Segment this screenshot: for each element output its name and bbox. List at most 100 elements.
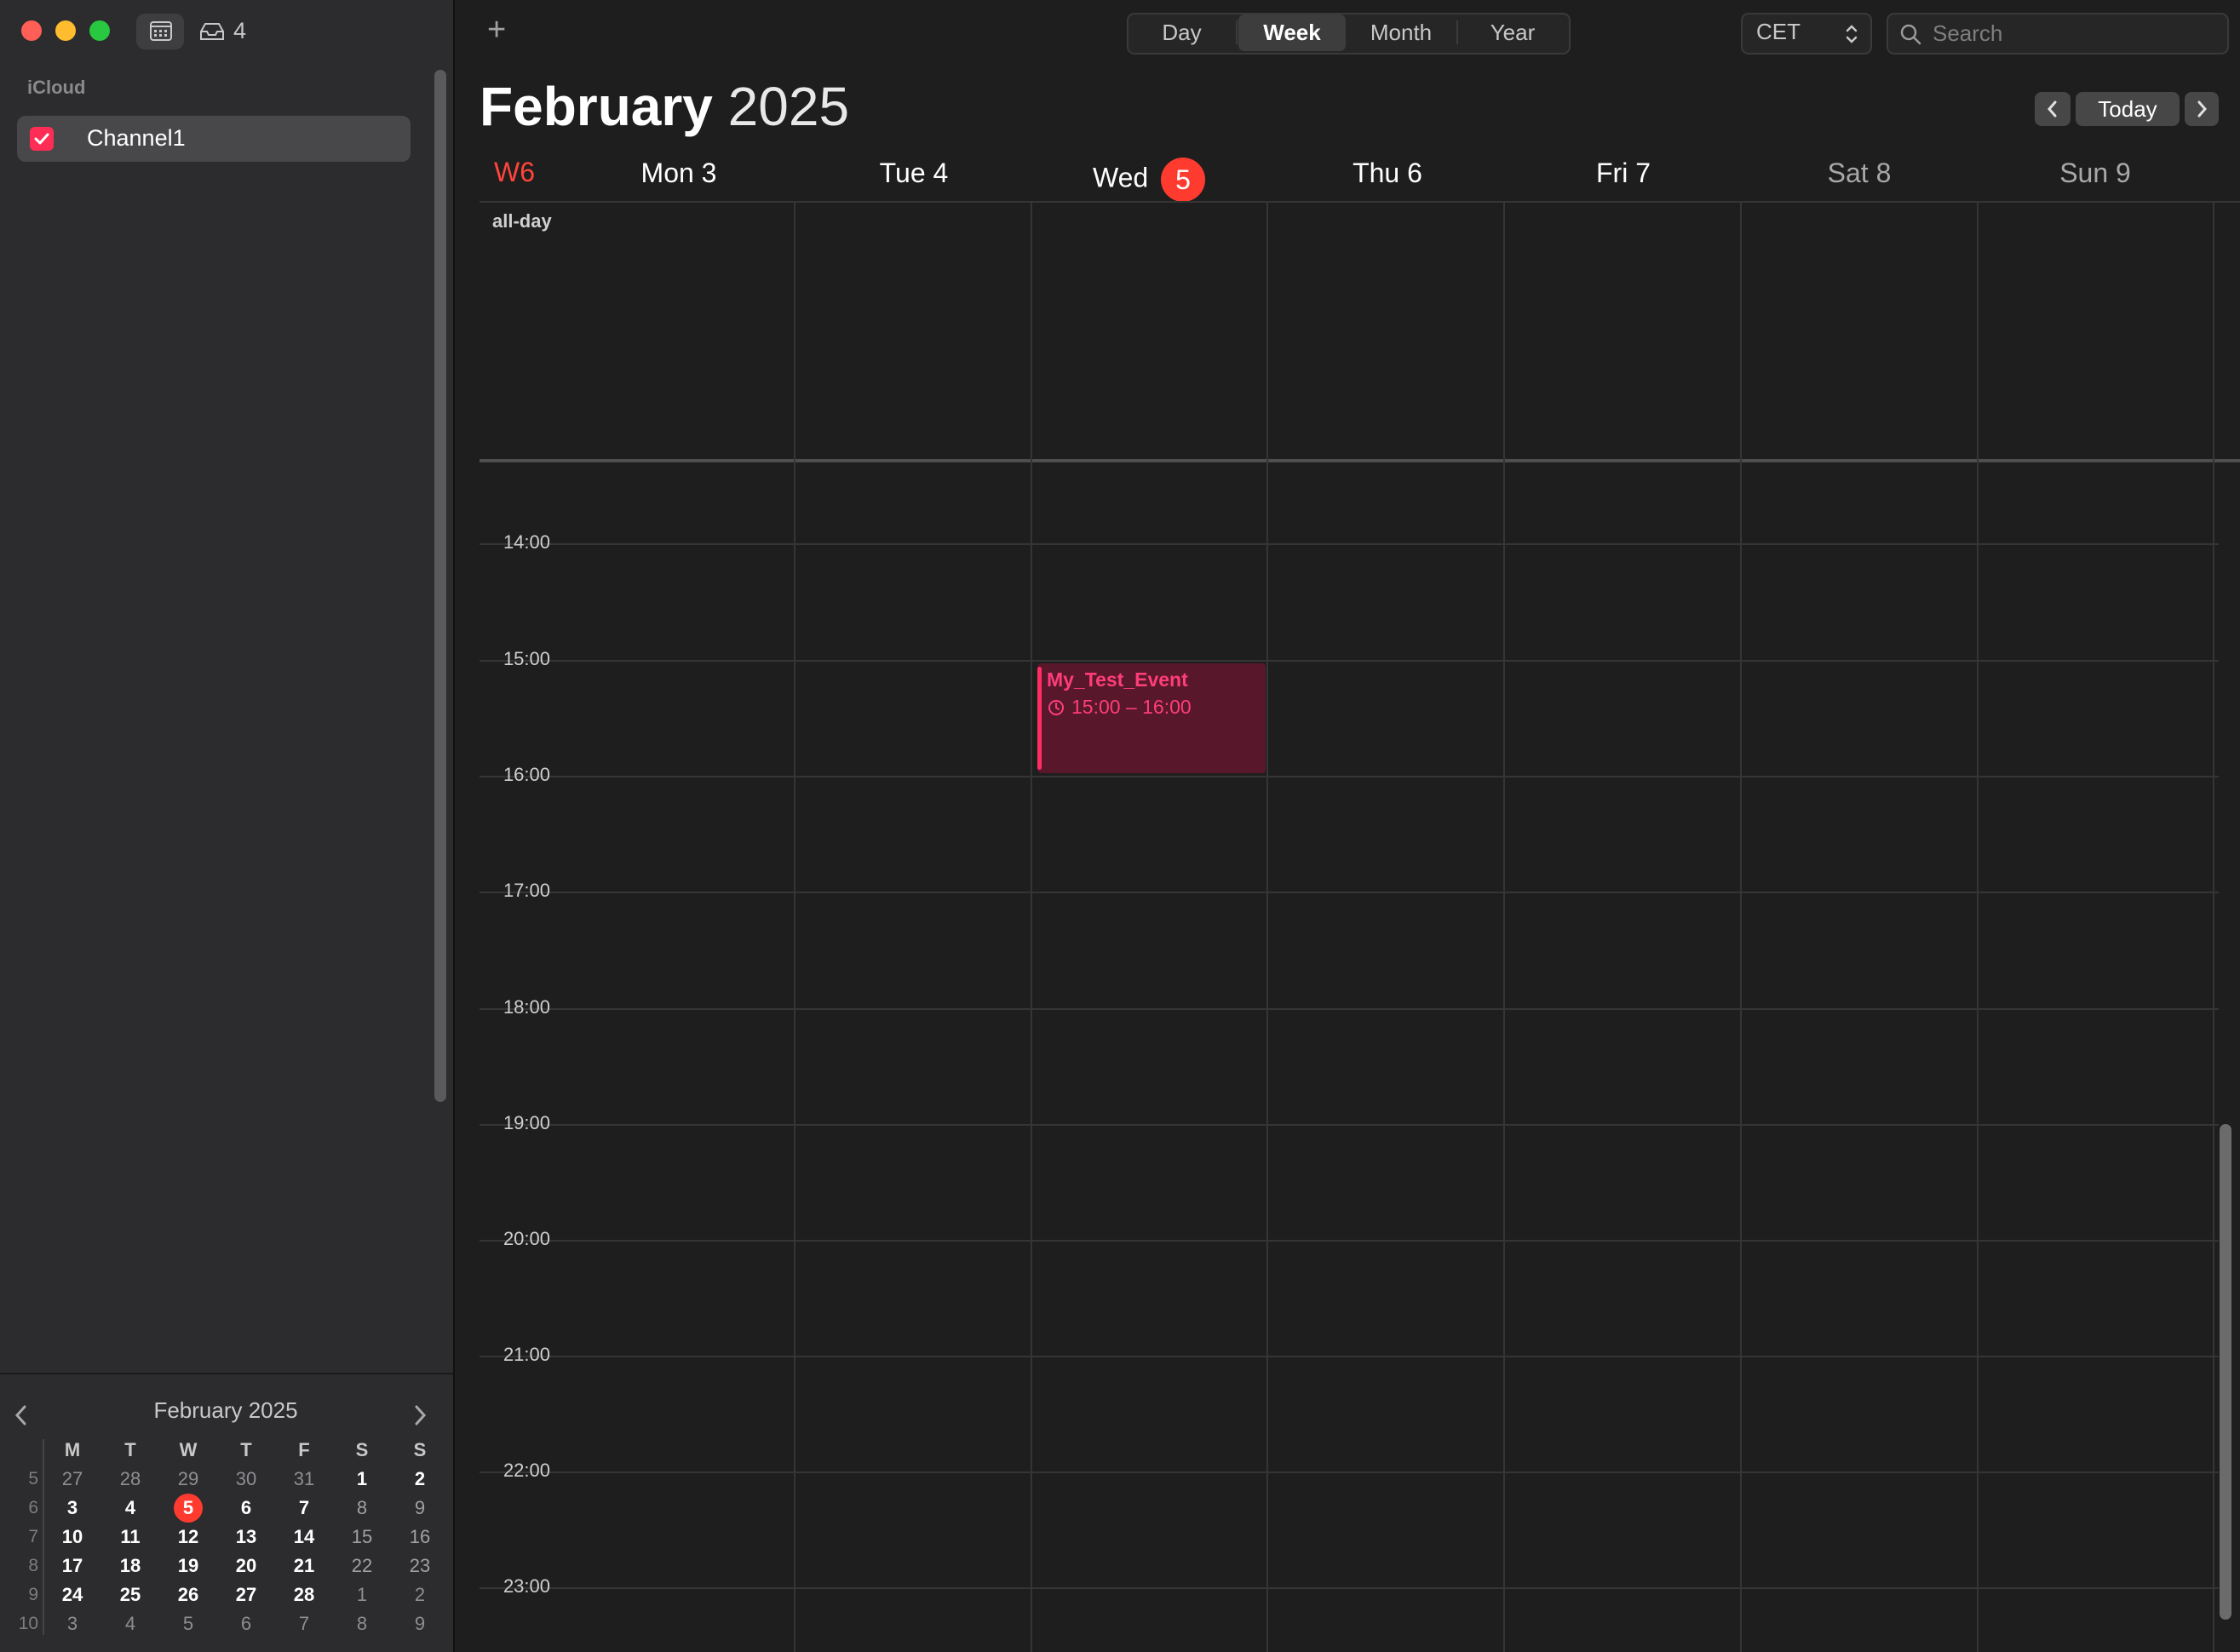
day-name: Sun: [2059, 158, 2109, 188]
mini-day[interactable]: 5: [159, 1609, 217, 1638]
day-number: 4: [933, 158, 949, 188]
mini-day[interactable]: 4: [101, 1609, 159, 1638]
day-header-sat[interactable]: Sat 8: [1742, 158, 1977, 189]
view-year-button[interactable]: Year: [1458, 14, 1567, 51]
mini-day[interactable]: 19: [159, 1552, 217, 1580]
main-scrollbar[interactable]: [2220, 1124, 2231, 1620]
hour-line: [480, 660, 2219, 662]
timezone-select[interactable]: CET: [1741, 13, 1872, 54]
mini-day[interactable]: 7: [275, 1494, 333, 1523]
hour-line: [480, 1008, 2219, 1010]
day-header-mon[interactable]: Mon 3: [561, 158, 796, 189]
mini-day[interactable]: 2: [391, 1465, 449, 1494]
mini-day[interactable]: 30: [217, 1465, 275, 1494]
mini-day[interactable]: 4: [101, 1494, 159, 1523]
mini-day[interactable]: 25: [101, 1580, 159, 1609]
inbox-button[interactable]: 4: [194, 14, 254, 49]
hour-label: 19:00: [503, 1112, 550, 1133]
day-number: 3: [701, 158, 717, 188]
mini-week-number: 6: [28, 1498, 38, 1517]
day-column-divider: [2213, 202, 2214, 1652]
add-event-button[interactable]: +: [487, 12, 506, 49]
day-header-tue[interactable]: Tue 4: [796, 158, 1031, 189]
mini-weekday: M: [64, 1439, 81, 1460]
calendar-checkbox[interactable]: [30, 127, 54, 151]
day-number: 6: [1407, 158, 1422, 188]
view-day-button[interactable]: Day: [1129, 14, 1235, 51]
close-window-button[interactable]: [21, 20, 42, 41]
mini-day[interactable]: 26: [159, 1580, 217, 1609]
week-number: W6: [494, 157, 535, 187]
mini-day[interactable]: 16: [391, 1523, 449, 1552]
header-divider: [480, 201, 2240, 203]
mini-day[interactable]: 29: [159, 1465, 217, 1494]
search-field[interactable]: Search: [1887, 13, 2229, 54]
mini-next-month-icon[interactable]: [409, 1402, 431, 1428]
day-header-wed[interactable]: Wed 5: [1031, 158, 1266, 202]
hour-label: 15:00: [503, 648, 550, 669]
mini-day[interactable]: 27: [43, 1465, 101, 1494]
mini-day[interactable]: 6: [217, 1494, 275, 1523]
mini-day[interactable]: 18: [101, 1552, 159, 1580]
day-column-divider: [1266, 202, 1268, 1652]
day-header-fri[interactable]: Fri 7: [1506, 158, 1741, 189]
mini-day[interactable]: 27: [217, 1580, 275, 1609]
mini-day[interactable]: 31: [275, 1465, 333, 1494]
day-header-thu[interactable]: Thu 6: [1270, 158, 1505, 189]
mini-day[interactable]: 23: [391, 1552, 449, 1580]
mini-weekday: W: [179, 1439, 198, 1460]
mini-day[interactable]: 10: [43, 1523, 101, 1552]
mini-day[interactable]: 9: [391, 1494, 449, 1523]
previous-week-button[interactable]: [2035, 92, 2071, 126]
mini-day[interactable]: 12: [159, 1523, 217, 1552]
day-header-sun[interactable]: Sun 9: [1978, 158, 2213, 189]
mini-day[interactable]: 28: [101, 1465, 159, 1494]
mini-day[interactable]: 8: [333, 1494, 391, 1523]
today-button[interactable]: Today: [2076, 92, 2180, 126]
calendar-item-channel1[interactable]: [17, 116, 411, 162]
all-day-label: all-day: [492, 210, 552, 232]
day-name: Mon: [640, 158, 694, 188]
mini-weekday: S: [355, 1439, 369, 1460]
timezone-value: CET: [1756, 19, 1801, 44]
mini-prev-month-icon[interactable]: [10, 1402, 32, 1428]
mini-day[interactable]: 28: [275, 1580, 333, 1609]
mini-day[interactable]: 13: [217, 1523, 275, 1552]
view-week-button[interactable]: Week: [1238, 14, 1346, 51]
mini-weekday-header: M T W T F S S: [43, 1436, 449, 1465]
mini-day[interactable]: 6: [217, 1609, 275, 1638]
mini-day[interactable]: 3: [43, 1494, 101, 1523]
mini-day[interactable]: 1: [333, 1580, 391, 1609]
next-week-button[interactable]: [2185, 92, 2219, 126]
mini-day[interactable]: 17: [43, 1552, 101, 1580]
calendar-list-toggle-button[interactable]: [136, 14, 184, 49]
segment-divider: [1236, 20, 1238, 44]
zoom-window-button[interactable]: [89, 20, 110, 41]
mini-day[interactable]: 11: [101, 1523, 159, 1552]
mini-day[interactable]: 8: [333, 1609, 391, 1638]
calendar-item-label: Channel1: [87, 125, 186, 151]
mini-day[interactable]: 9: [391, 1609, 449, 1638]
mini-day[interactable]: 20: [217, 1552, 275, 1580]
mini-day[interactable]: 7: [275, 1609, 333, 1638]
search-icon: [1900, 24, 1921, 45]
mini-day[interactable]: 22: [333, 1552, 391, 1580]
mini-day[interactable]: 14: [275, 1523, 333, 1552]
view-month-button[interactable]: Month: [1347, 14, 1455, 51]
mini-day[interactable]: 15: [333, 1523, 391, 1552]
mini-week-row: 9 24 25 26 27 28 1 2: [4, 1580, 449, 1609]
mini-day[interactable]: 5: [159, 1494, 217, 1523]
minimize-window-button[interactable]: [55, 20, 76, 41]
mini-week-number: 5: [28, 1469, 38, 1489]
mini-day[interactable]: 3: [43, 1609, 101, 1638]
mini-day[interactable]: 1: [333, 1465, 391, 1494]
mini-day[interactable]: 2: [391, 1580, 449, 1609]
mini-calendar-title: February 2025: [153, 1397, 298, 1423]
event-color-bar: [1037, 667, 1042, 770]
day-column-divider: [1740, 202, 1742, 1652]
mini-day[interactable]: 24: [43, 1580, 101, 1609]
mini-day[interactable]: 21: [275, 1552, 333, 1580]
mini-week-row: 7 10 11 12 13 14 15 16: [4, 1523, 449, 1552]
hour-line: [480, 1240, 2219, 1242]
sidebar-scrollbar[interactable]: [434, 70, 446, 1102]
